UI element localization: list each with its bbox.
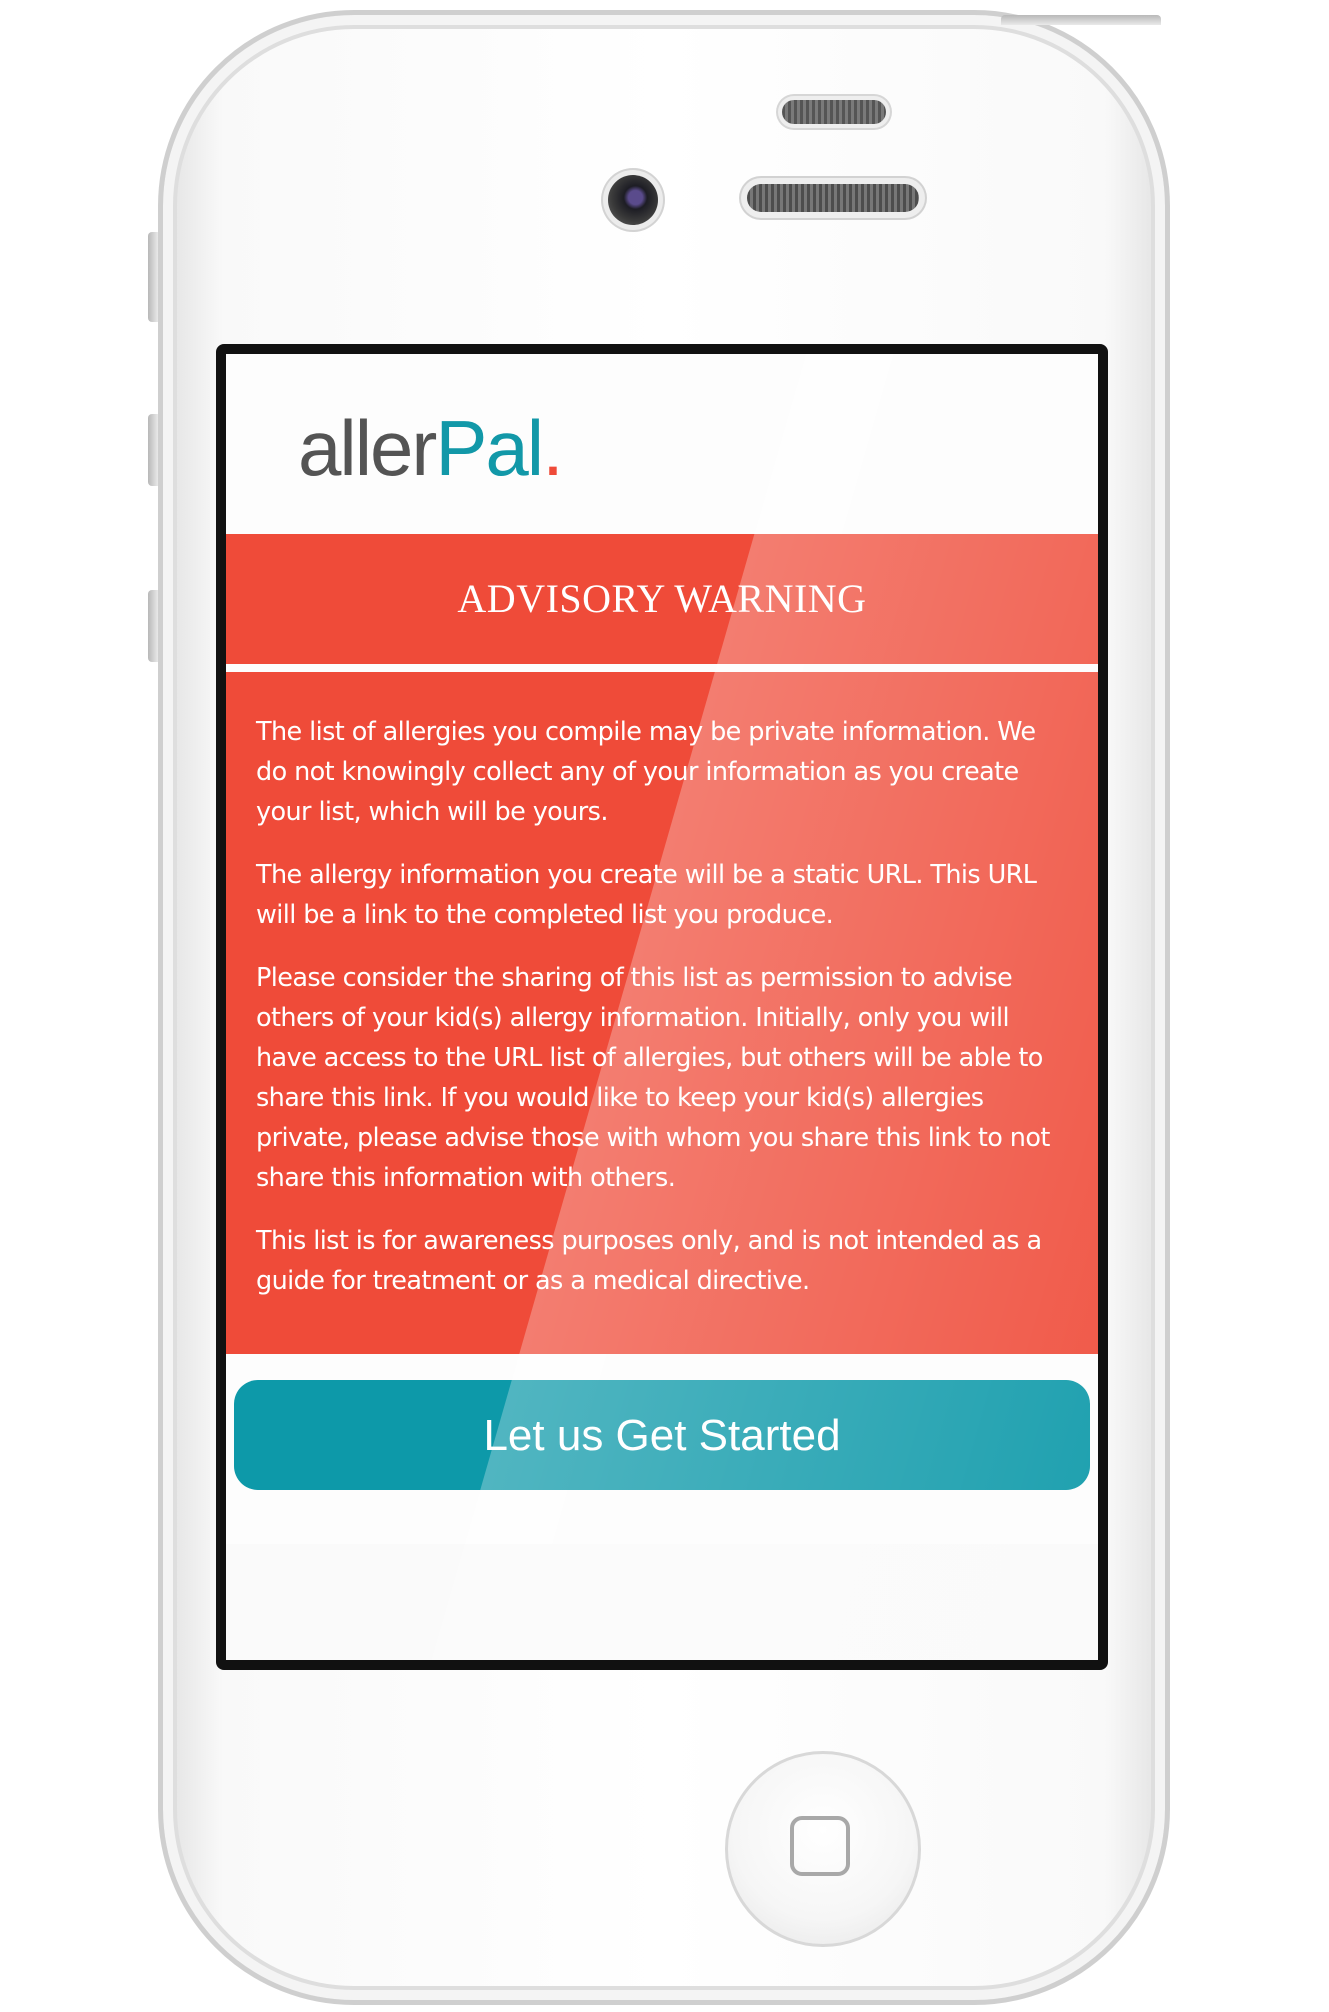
warning-header: ADVISORY WARNING — [226, 534, 1098, 664]
volume-up-button — [148, 414, 158, 486]
warning-message-box: The list of allergies you compile may be… — [226, 672, 1098, 1354]
home-button[interactable] — [725, 1751, 921, 1947]
logo-dot: . — [542, 404, 564, 492]
logo-text-pal: Pal — [435, 404, 544, 492]
allerpal-logo: allerPal. — [298, 409, 564, 487]
phone-mockup-stage: allerPal. ADVISORY WARNING The list of a… — [0, 0, 1329, 2012]
phone-screen: allerPal. ADVISORY WARNING The list of a… — [216, 344, 1108, 1670]
home-square-icon — [790, 1816, 850, 1876]
warning-paragraph-privacy: The list of allergies you compile may be… — [256, 717, 1036, 827]
speaker-grille — [747, 184, 919, 212]
mute-switch — [148, 232, 158, 322]
warning-paragraph-url: The allergy information you create will … — [256, 860, 1037, 930]
earpiece-grille — [782, 100, 886, 124]
warning-paragraph-disclaimer: This list is for awareness purposes only… — [256, 1226, 1042, 1296]
get-started-button[interactable]: Let us Get Started — [234, 1380, 1090, 1490]
front-camera-icon — [608, 175, 658, 225]
app-display: allerPal. ADVISORY WARNING The list of a… — [226, 354, 1098, 1660]
warning-title: ADVISORY WARNING — [457, 576, 867, 621]
warning-paragraph-sharing: Please consider the sharing of this list… — [256, 963, 1050, 1193]
power-button — [1001, 15, 1161, 25]
divider — [226, 664, 1098, 672]
bottom-blank-area — [226, 1544, 1098, 1660]
logo-text-aller: aller — [298, 404, 437, 492]
volume-down-button — [148, 590, 158, 662]
